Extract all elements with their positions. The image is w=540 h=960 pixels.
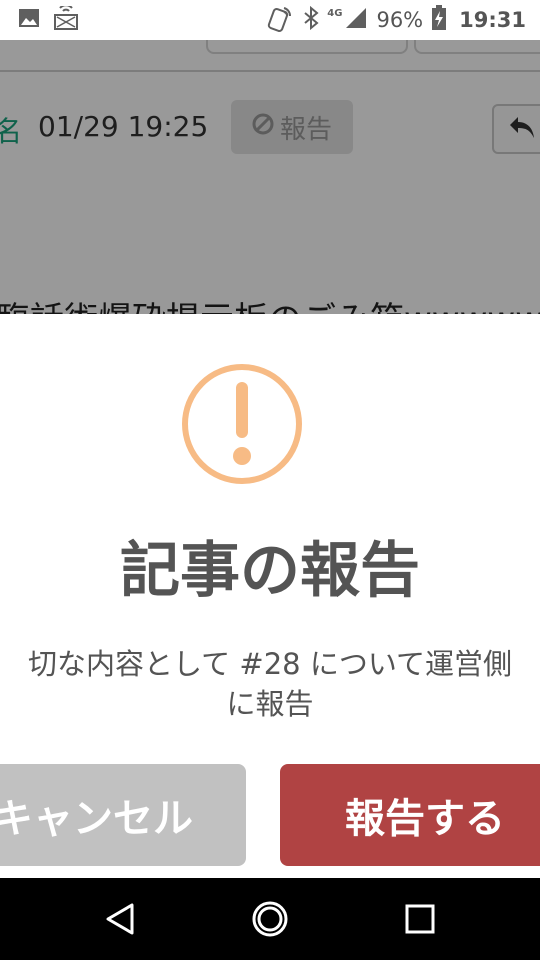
dialog-description-line1: 切な内容として #28 について運営側 (28, 647, 512, 681)
nfc-icon (267, 4, 295, 36)
back-icon[interactable] (102, 899, 142, 939)
confirm-report-button[interactable]: 報告する (280, 764, 540, 866)
home-icon[interactable] (250, 899, 290, 939)
cancel-button[interactable]: キャンセル (0, 764, 246, 866)
cast-notification-icon (54, 4, 78, 34)
battery-percent: 96% (376, 8, 424, 32)
bluetooth-icon (303, 5, 319, 34)
dialog-description: 切な内容として #28 について運営側 に報告 (0, 644, 540, 724)
network-type-label: 4G (327, 7, 343, 19)
dialog-title: 記事の報告 (120, 536, 420, 606)
modal-backdrop[interactable] (0, 40, 540, 320)
dialog-description-line2: に報告 (226, 687, 314, 721)
battery-icon (431, 5, 447, 35)
report-dialog: 記事の報告 切な内容として #28 について運営側 に報告 キャンセル 報告する (0, 314, 540, 878)
image-icon (18, 8, 40, 32)
clock: 19:31 (459, 8, 526, 32)
recents-icon[interactable] (400, 899, 440, 939)
signal-icon (344, 6, 368, 34)
status-bar: 4G 96% 19:31 (0, 0, 540, 40)
navigation-bar (0, 878, 540, 960)
exclamation-circle-icon (180, 362, 304, 486)
